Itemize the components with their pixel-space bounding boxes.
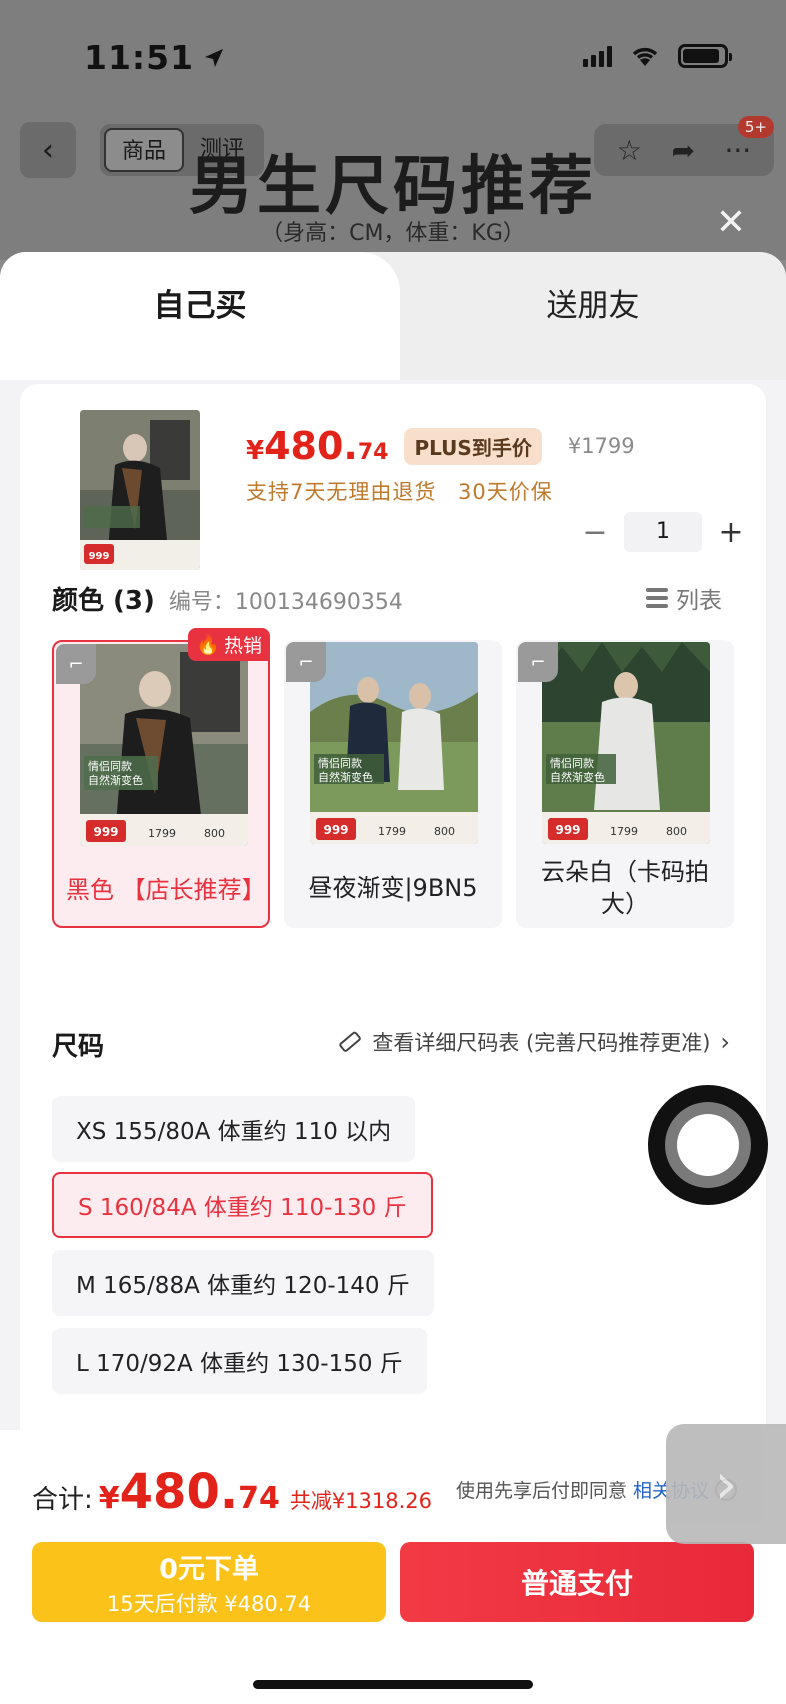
color-image: 情侣同款 自然渐变色 999 1799 800 — [542, 642, 710, 844]
tab-buy-self[interactable]: 自己买 — [0, 252, 400, 380]
svg-text:自然渐变色: 自然渐变色 — [318, 770, 373, 784]
size-option-l[interactable]: L 170/92A 体重约 130-150 斤 — [52, 1328, 427, 1394]
hot-sale-label: 热销 — [223, 635, 262, 657]
location-arrow-icon — [205, 48, 224, 67]
svg-text:800: 800 — [204, 827, 225, 840]
chevron-right-icon[interactable]: › — [666, 1424, 786, 1544]
color-section-title: 颜色 (3) — [52, 586, 155, 616]
increase-quantity-button[interactable]: + — [716, 515, 746, 550]
list-view-toggle[interactable]: 列表 — [646, 581, 722, 615]
status-icons — [583, 44, 732, 68]
fire-icon: 🔥 — [196, 634, 220, 656]
svg-text:999: 999 — [555, 823, 580, 837]
svg-text:1799: 1799 — [378, 825, 406, 838]
color-image: 情侣同款 自然渐变色 999 1799 800 — [80, 644, 248, 846]
svg-text:800: 800 — [434, 825, 455, 838]
time-label: 11:51 — [84, 38, 195, 77]
current-price: ¥480.74 — [246, 424, 389, 468]
sku-card: 999 ¥480.74 PLUS到手价 ¥1799 支持7天无理由退货 30天价… — [20, 384, 766, 1584]
size-guide-subtitle: （身高：CM，体重：KG） — [261, 221, 525, 246]
color-option-label: 黑色 【店长推荐】 — [66, 876, 266, 904]
chevron-right-icon: › — [720, 1028, 730, 1056]
battery-icon — [678, 44, 732, 68]
svg-text:自然渐变色: 自然渐变色 — [550, 770, 605, 784]
svg-text:999: 999 — [93, 825, 118, 839]
size-option-m[interactable]: M 165/88A 体重约 120-140 斤 — [52, 1250, 434, 1316]
ruler-icon — [339, 1031, 362, 1052]
purchase-tabs: 送朋友 自己买 — [0, 252, 786, 380]
svg-text:1799: 1799 — [610, 825, 638, 838]
list-icon — [646, 588, 668, 608]
size-option-xs[interactable]: XS 155/80A 体重约 110 以内 — [52, 1096, 416, 1162]
color-option-label: 云朵白（卡码拍大） — [541, 858, 709, 918]
svg-text:999: 999 — [323, 823, 348, 837]
total-label: 合计: — [32, 1485, 93, 1515]
svg-text:情侣同款: 情侣同款 — [318, 756, 362, 770]
list-view-label: 列表 — [676, 588, 722, 614]
product-thumbnail[interactable]: 999 — [80, 410, 200, 570]
color-option-day-night[interactable]: 情侣同款 自然渐变色 999 1799 800 ⌐ 昼夜渐变|9BN5 — [284, 640, 502, 928]
total-saving: 共减¥1318.26 — [289, 1489, 433, 1513]
close-icon[interactable]: ✕ — [716, 205, 746, 241]
zoom-icon[interactable]: ⌐ — [518, 642, 558, 682]
status-bar: 11:51 — [0, 0, 786, 110]
home-indicator — [253, 1680, 533, 1689]
wifi-icon — [632, 47, 658, 66]
size-chart-label: 查看详细尺码表 (完善尺码推荐更准) — [372, 1031, 711, 1055]
color-option-label: 昼夜渐变|9BN5 — [308, 874, 478, 902]
total-price: ¥480.74 — [98, 1464, 280, 1520]
pay-later-button[interactable]: 0元下单 15天后付款 ¥480.74 — [32, 1542, 386, 1622]
size-section-header: 尺码 — [52, 1026, 104, 1063]
size-chart-link[interactable]: 查看详细尺码表 (完善尺码推荐更准) › — [336, 1027, 730, 1057]
hot-sale-badge: 🔥 热销 — [188, 628, 270, 661]
zoom-icon[interactable]: ⌐ — [56, 644, 96, 684]
size-section-title: 尺码 — [52, 1032, 105, 1062]
total-row: 合计: ¥480.74 共减¥1318.26 — [32, 1464, 432, 1520]
quantity-stepper: − 1 + — [580, 512, 746, 552]
size-option-s[interactable]: S 160/84A 体重约 110-130 斤 — [52, 1172, 433, 1238]
assistive-touch-button[interactable] — [648, 1085, 768, 1205]
svg-text:自然渐变色: 自然渐变色 — [88, 773, 143, 787]
product-code: 编号：100134690354 — [168, 590, 403, 615]
svg-text:情侣同款: 情侣同款 — [88, 759, 132, 773]
signal-icon — [583, 45, 612, 67]
svg-text:1799: 1799 — [148, 827, 176, 840]
agreement-text: 使用先享后付即同意 — [456, 1480, 628, 1502]
plus-price-tag: PLUS到手价 — [404, 427, 542, 465]
color-image: 情侣同款 自然渐变色 999 1799 800 — [310, 642, 478, 844]
svg-text:800: 800 — [666, 825, 687, 838]
color-section-header: 颜色 (3) 编号：100134690354 — [52, 580, 403, 617]
service-guarantees: 支持7天无理由退货 30天价保 — [246, 480, 553, 504]
color-options: 情侣同款 自然渐变色 999 1799 800 ⌐ 🔥热销 黑色 【店长推荐】 — [52, 628, 734, 928]
svg-text:情侣同款: 情侣同款 — [550, 756, 594, 770]
tab-gift-friend[interactable]: 送朋友 — [400, 252, 786, 352]
status-time: 11:51 — [84, 38, 226, 77]
original-price: ¥1799 — [567, 434, 635, 458]
pay-later-subtitle: 15天后付款 ¥480.74 — [106, 1591, 312, 1616]
thumb-price-badge: 999 — [89, 551, 110, 562]
color-option-black[interactable]: 情侣同款 自然渐变色 999 1799 800 ⌐ 🔥 热销 黑色 【店长推荐】 — [52, 628, 270, 928]
quantity-value[interactable]: 1 — [624, 512, 702, 552]
decrease-quantity-button[interactable]: − — [580, 515, 610, 550]
normal-pay-button[interactable]: 普通支付 — [400, 1542, 754, 1622]
price-row: ¥480.74 PLUS到手价 ¥1799 — [246, 424, 635, 468]
zoom-icon[interactable]: ⌐ — [286, 642, 326, 682]
size-guide-title: 男生尺码推荐 — [189, 150, 597, 224]
color-option-cloud-white[interactable]: 情侣同款 自然渐变色 999 1799 800 ⌐ 云朵白（卡码拍大） — [516, 640, 734, 928]
pay-later-title: 0元下单 — [159, 1553, 259, 1585]
